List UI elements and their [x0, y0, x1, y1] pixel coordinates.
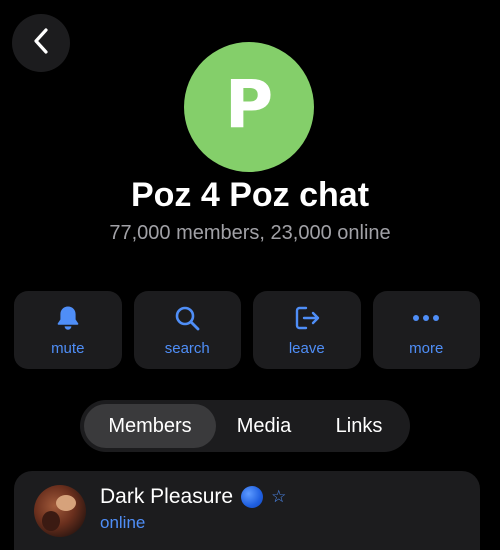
member-name: Dark Pleasure [100, 485, 234, 508]
blue-circle-icon [241, 486, 264, 508]
more-icon [411, 304, 441, 332]
leave-icon [293, 304, 321, 332]
tab-bar: Members Media Links [80, 400, 410, 452]
action-bar: mute search leave more [14, 291, 480, 369]
bell-icon [56, 304, 80, 332]
mute-button[interactable]: mute [14, 291, 122, 369]
chat-title: Poz 4 Poz chat [130, 176, 370, 214]
search-icon [174, 304, 200, 332]
tab-media[interactable]: Media [216, 404, 312, 448]
star-icon: ☆ [271, 487, 287, 506]
leave-label: leave [288, 339, 325, 357]
search-button[interactable]: search [133, 291, 241, 369]
back-button[interactable] [12, 14, 70, 72]
avatar-letter: P [224, 66, 274, 143]
member-status: online [100, 513, 146, 532]
more-label: more [409, 339, 444, 357]
avatar [34, 485, 86, 537]
chat-subtitle: 77,000 members, 23,000 online [109, 222, 391, 244]
more-button[interactable]: more [372, 291, 480, 369]
search-label: search [164, 339, 210, 357]
mute-label: mute [51, 339, 85, 357]
tab-links[interactable]: Links [312, 404, 406, 448]
chat-avatar[interactable]: P [184, 42, 314, 172]
member-list: Dark Pleasure ☆ online [14, 471, 480, 550]
chevron-left-icon [31, 26, 51, 61]
member-name-row: Dark Pleasure ☆ [100, 485, 286, 509]
leave-button[interactable]: leave [253, 291, 361, 369]
tab-members[interactable]: Members [84, 404, 216, 448]
